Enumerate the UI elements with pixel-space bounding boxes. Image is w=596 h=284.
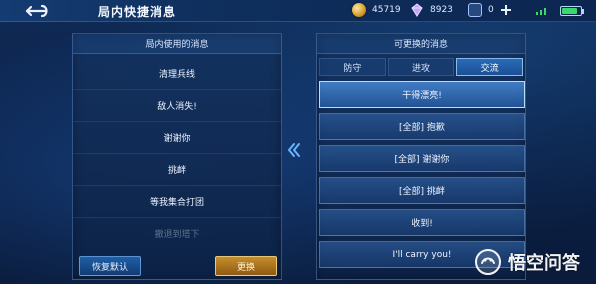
tab-defense[interactable]: 防守 (319, 58, 386, 76)
right-message-item[interactable]: 干得漂亮! (319, 81, 525, 108)
signal-icon (536, 8, 546, 15)
back-button[interactable] (8, 2, 66, 20)
left-message-label: 敌人消失! (157, 102, 197, 112)
left-message-item[interactable]: 敌人消失! (73, 90, 281, 122)
right-message-label: [全部] 抱歉 (399, 123, 445, 133)
top-bar: 局内快捷消息 45719 8923 0 (0, 0, 596, 22)
right-message-item[interactable]: [全部] 抱歉 (319, 113, 525, 140)
right-panel-tabs: 防守 进攻 交流 (317, 58, 525, 76)
right-message-item[interactable]: [全部] 谢谢你 (319, 145, 525, 172)
watermark: 悟空问答 (474, 248, 580, 276)
left-message-item[interactable]: 谢谢你 (73, 122, 281, 154)
ticket-icon (468, 3, 482, 17)
left-message-item[interactable]: 清理兵线 (73, 58, 281, 90)
gem-resource: 8923 (410, 3, 453, 17)
left-message-item[interactable]: 等我集合打团 (73, 186, 281, 218)
tab-chat[interactable]: 交流 (456, 58, 524, 76)
tab-attack[interactable]: 进攻 (387, 58, 455, 76)
change-button[interactable]: 更换 (215, 256, 277, 276)
battery-icon (560, 6, 584, 16)
left-panel-title: 局内使用的消息 (73, 34, 281, 54)
ticket-resource: 0 (468, 3, 512, 17)
coin-value: 45719 (372, 5, 401, 15)
coin-resource: 45719 (352, 3, 401, 17)
right-message-label: [全部] 挑衅 (399, 187, 445, 197)
gem-icon (411, 3, 423, 17)
left-panel: 局内使用的消息 清理兵线 敌人消失! 谢谢你 挑衅 等我集合打团 撤退到塔下 恢… (72, 33, 282, 280)
left-message-label: 清理兵线 (158, 70, 195, 80)
restore-default-button[interactable]: 恢复默认 (79, 256, 141, 276)
right-message-item[interactable]: [全部] 挑衅 (319, 177, 525, 204)
left-message-item[interactable]: 挑衅 (73, 154, 281, 186)
gem-value: 8923 (430, 5, 453, 15)
right-panel-title: 可更换的消息 (317, 34, 525, 54)
left-message-label: 撤退到塔下 (154, 230, 200, 240)
ticket-value: 0 (488, 5, 494, 15)
left-message-label: 谢谢你 (163, 134, 191, 144)
coin-icon (352, 3, 366, 17)
right-panel: 可更换的消息 防守 进攻 交流 干得漂亮! [全部] 抱歉 [全部] 谢谢你 [… (316, 33, 526, 280)
right-message-item[interactable]: 收到! (319, 209, 525, 236)
watermark-logo-icon (475, 249, 501, 275)
battery-level (562, 8, 578, 14)
page-title: 局内快捷消息 (98, 5, 177, 19)
right-message-label: 干得漂亮! (402, 91, 442, 101)
left-message-label: 挑衅 (167, 166, 186, 176)
right-message-label: 收到! (411, 219, 433, 229)
back-arrow-icon (25, 4, 48, 18)
watermark-text: 悟空问答 (508, 253, 580, 274)
right-message-label: [全部] 谢谢你 (394, 155, 450, 165)
double-chevron-left-icon[interactable] (284, 141, 302, 159)
left-message-item[interactable]: 撤退到塔下 (73, 218, 281, 248)
left-message-label: 等我集合打团 (149, 198, 204, 208)
add-currency-icon[interactable] (500, 4, 512, 16)
right-message-label: I'll carry you! (392, 249, 452, 260)
left-message-list[interactable]: 清理兵线 敌人消失! 谢谢你 挑衅 等我集合打团 撤退到塔下 (73, 58, 281, 248)
